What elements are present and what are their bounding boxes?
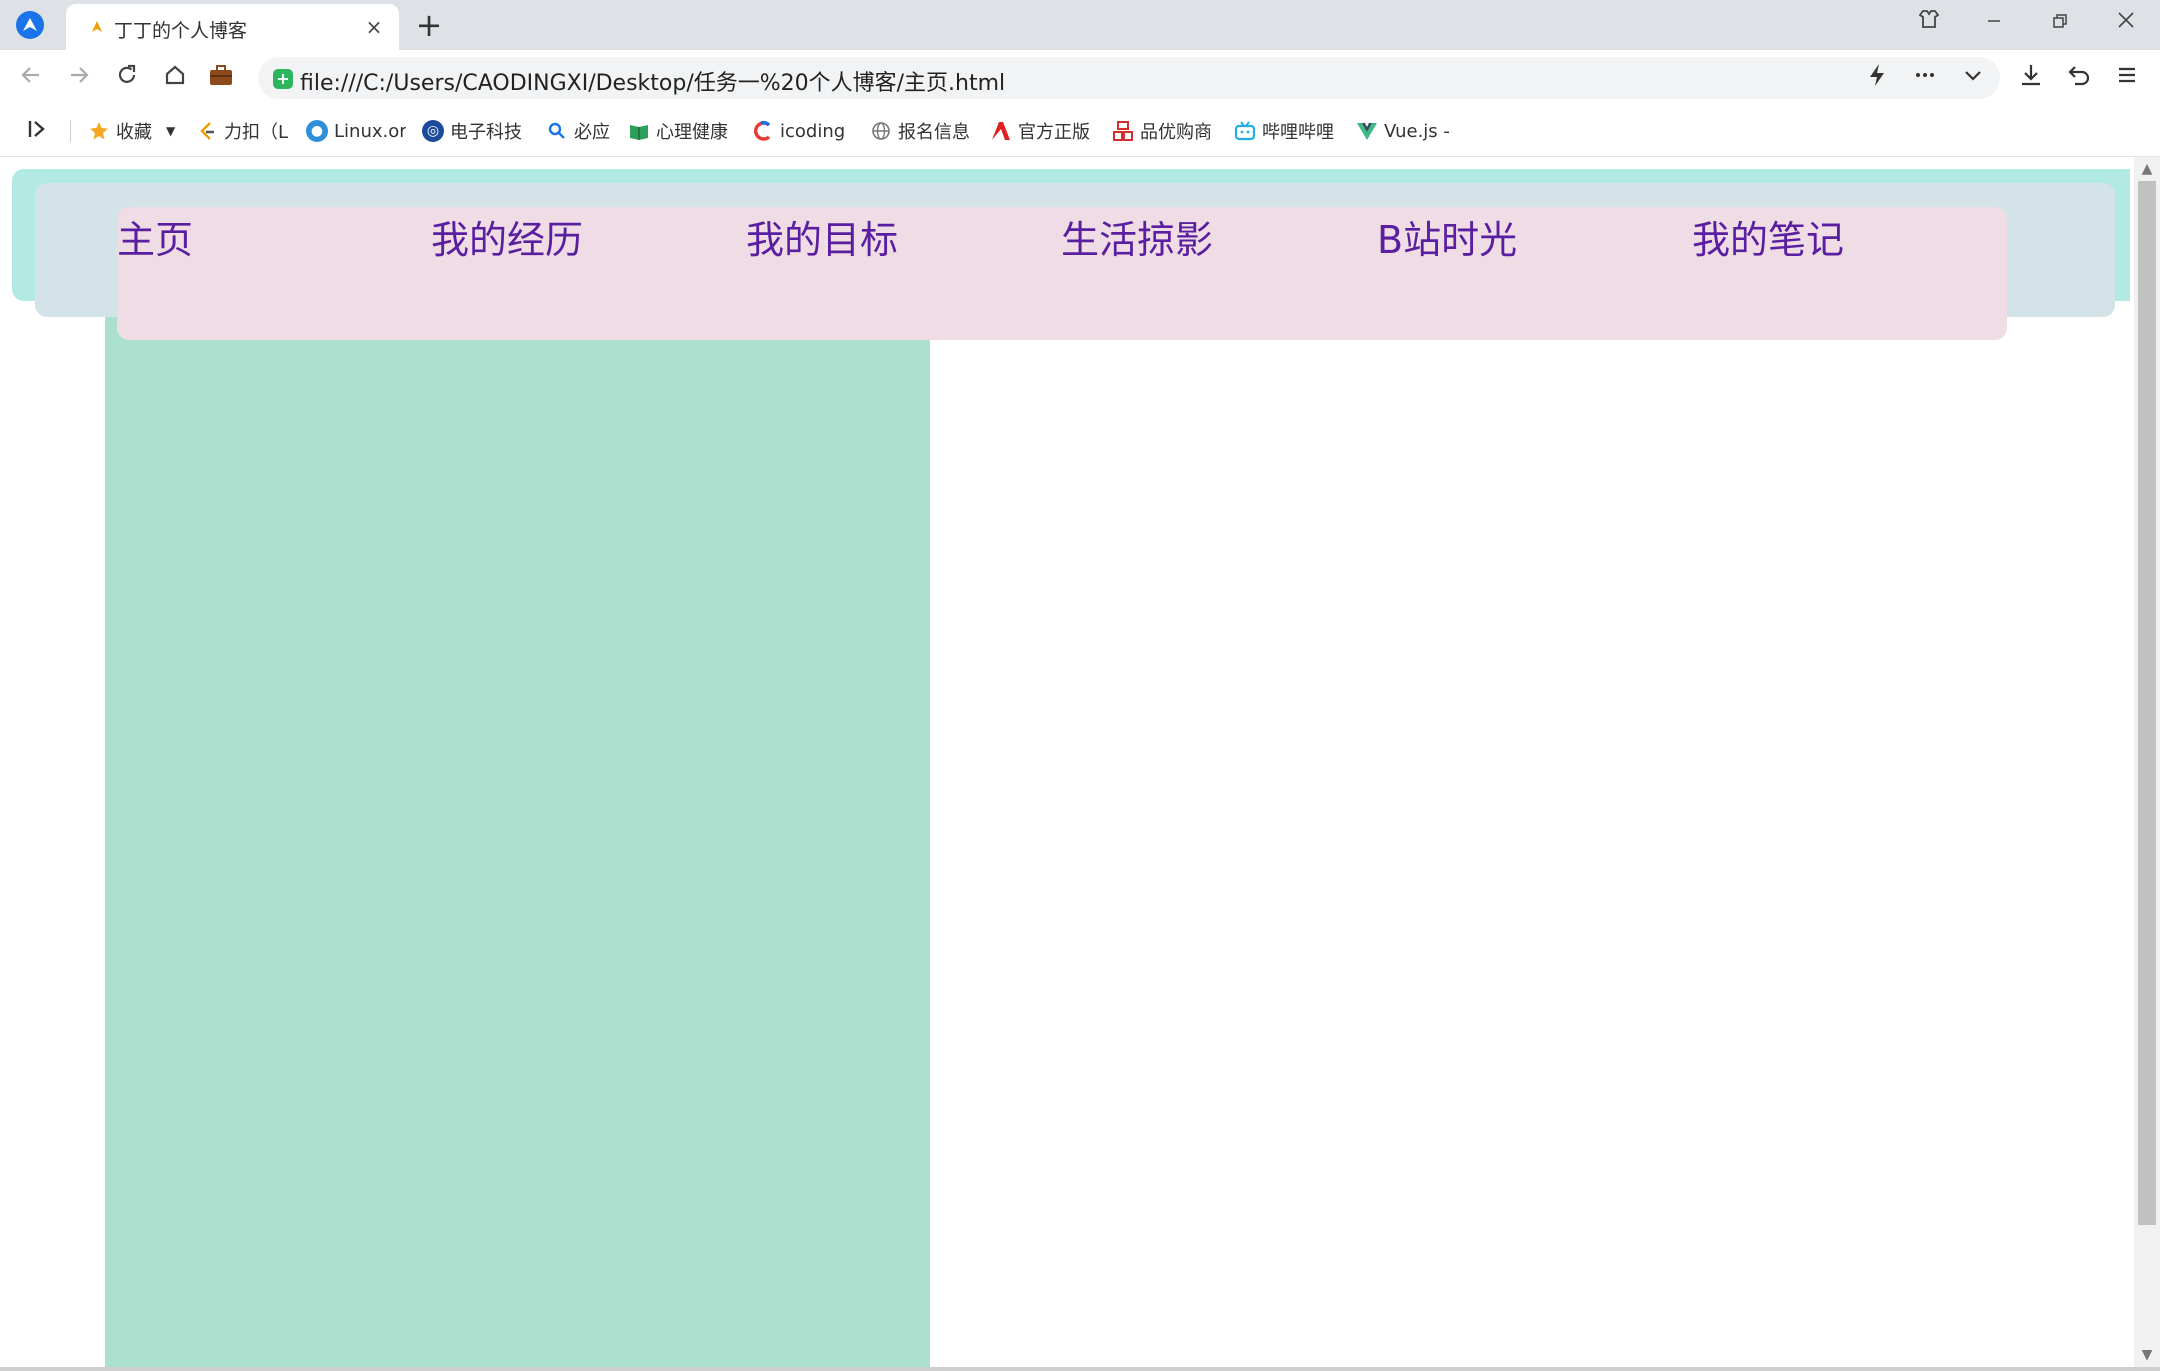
undo-icon[interactable] — [2062, 62, 2096, 96]
new-tab-button[interactable]: + — [414, 9, 444, 41]
url-text[interactable]: file:///C:/Users/CAODINGXI/Desktop/任务一%2… — [300, 65, 1005, 97]
nav-item-notes[interactable]: 我的笔记 — [1692, 209, 1844, 264]
window-bottom-border — [0, 1367, 2160, 1371]
vue-icon — [1357, 123, 1377, 140]
close-window-button[interactable] — [2106, 8, 2146, 38]
bookmark-bing[interactable]: 必应 — [546, 116, 616, 146]
tab-strip: 丁丁的个人博客 × + — [0, 0, 2160, 50]
browser-tab[interactable]: 丁丁的个人博客 × — [66, 4, 399, 50]
tab-title: 丁丁的个人博客 — [114, 20, 248, 42]
scroll-down-icon[interactable]: ▼ — [2134, 1345, 2160, 1365]
search-icon — [548, 122, 565, 139]
icoding-icon — [754, 120, 771, 141]
scroll-up-icon[interactable]: ▲ — [2134, 159, 2160, 179]
browser-logo-icon[interactable] — [16, 11, 44, 39]
shop-icon — [1113, 121, 1133, 141]
bookmark-separator — [70, 120, 71, 142]
nav-item-experience[interactable]: 我的经历 — [431, 209, 583, 264]
address-bar[interactable]: + file:///C:/Users/CAODINGXI/Desktop/任务一… — [258, 57, 2000, 99]
nav-item-goals[interactable]: 我的目标 — [746, 209, 898, 264]
nav-item-home[interactable]: 主页 — [117, 209, 193, 264]
book-icon — [630, 125, 648, 140]
browser-toolbar: + file:///C:/Users/CAODINGXI/Desktop/任务一… — [0, 50, 2160, 106]
bookmark-linux[interactable]: ● Linux.or — [306, 116, 406, 146]
bookmarks-bar: 收藏 ▼ 力扣（L ● Linux.or ◎ 电子科技 必应 心理健康 icod… — [0, 106, 2160, 157]
uestc-icon: ◎ — [422, 120, 444, 142]
menu-icon[interactable] — [2110, 62, 2144, 96]
reload-icon[interactable] — [110, 62, 144, 96]
scroll-thumb[interactable] — [2138, 181, 2156, 1225]
briefcase-icon[interactable] — [204, 62, 238, 96]
bookmark-mental-health[interactable]: 心理健康 — [628, 116, 732, 146]
skin-icon[interactable] — [1909, 8, 1949, 38]
bookmark-adobe[interactable]: 官方正版 — [990, 116, 1094, 146]
bookmark-leetcode[interactable]: 力扣（L — [196, 116, 288, 146]
more-dots-icon[interactable] — [1908, 62, 1942, 96]
adobe-icon — [992, 122, 1010, 140]
main-navbar: 主页 我的经历 我的目标 生活掠影 B站时光 我的笔记 — [117, 207, 2007, 340]
vertical-scrollbar[interactable]: ▲ ▼ — [2134, 157, 2160, 1371]
star-icon — [90, 122, 108, 140]
bookmark-favorites[interactable]: 收藏 ▼ — [88, 116, 188, 146]
download-icon[interactable] — [2014, 62, 2048, 96]
page-viewport: 主页 我的经历 我的目标 生活掠影 B站时光 我的笔记 — [0, 157, 2130, 1371]
linux-icon: ● — [306, 120, 328, 142]
forward-icon[interactable] — [62, 62, 96, 96]
bookmark-vue[interactable]: Vue.js - — [1356, 116, 1456, 146]
bookmark-uestc[interactable]: ◎ 电子科技 — [422, 116, 530, 146]
home-icon[interactable] — [158, 62, 192, 96]
back-icon[interactable] — [14, 62, 48, 96]
nav-item-life[interactable]: 生活掠影 — [1061, 209, 1213, 264]
nav-item-bilibili[interactable]: B站时光 — [1377, 209, 1517, 264]
chevron-down-icon[interactable] — [1956, 62, 1990, 96]
left-column — [105, 312, 930, 1371]
bookmark-shop[interactable]: 品优购商 — [1112, 116, 1216, 146]
tab-close-icon[interactable]: × — [363, 16, 385, 38]
bookmark-bilibili[interactable]: 哔哩哔哩 — [1234, 116, 1340, 146]
lightning-icon[interactable] — [1860, 62, 1894, 96]
sidebar-toggle-icon[interactable] — [24, 118, 50, 144]
globe-icon — [872, 122, 890, 140]
bilibili-icon — [1234, 121, 1256, 141]
restore-button[interactable] — [2040, 8, 2080, 38]
dropdown-caret-icon[interactable]: ▼ — [166, 124, 175, 138]
leetcode-icon — [200, 122, 214, 140]
bookmark-icoding[interactable]: icoding — [752, 116, 852, 146]
favicon-icon — [92, 21, 102, 32]
bookmark-registration[interactable]: 报名信息 — [870, 116, 978, 146]
minimize-button[interactable] — [1974, 8, 2014, 38]
local-file-icon: + — [273, 69, 293, 89]
